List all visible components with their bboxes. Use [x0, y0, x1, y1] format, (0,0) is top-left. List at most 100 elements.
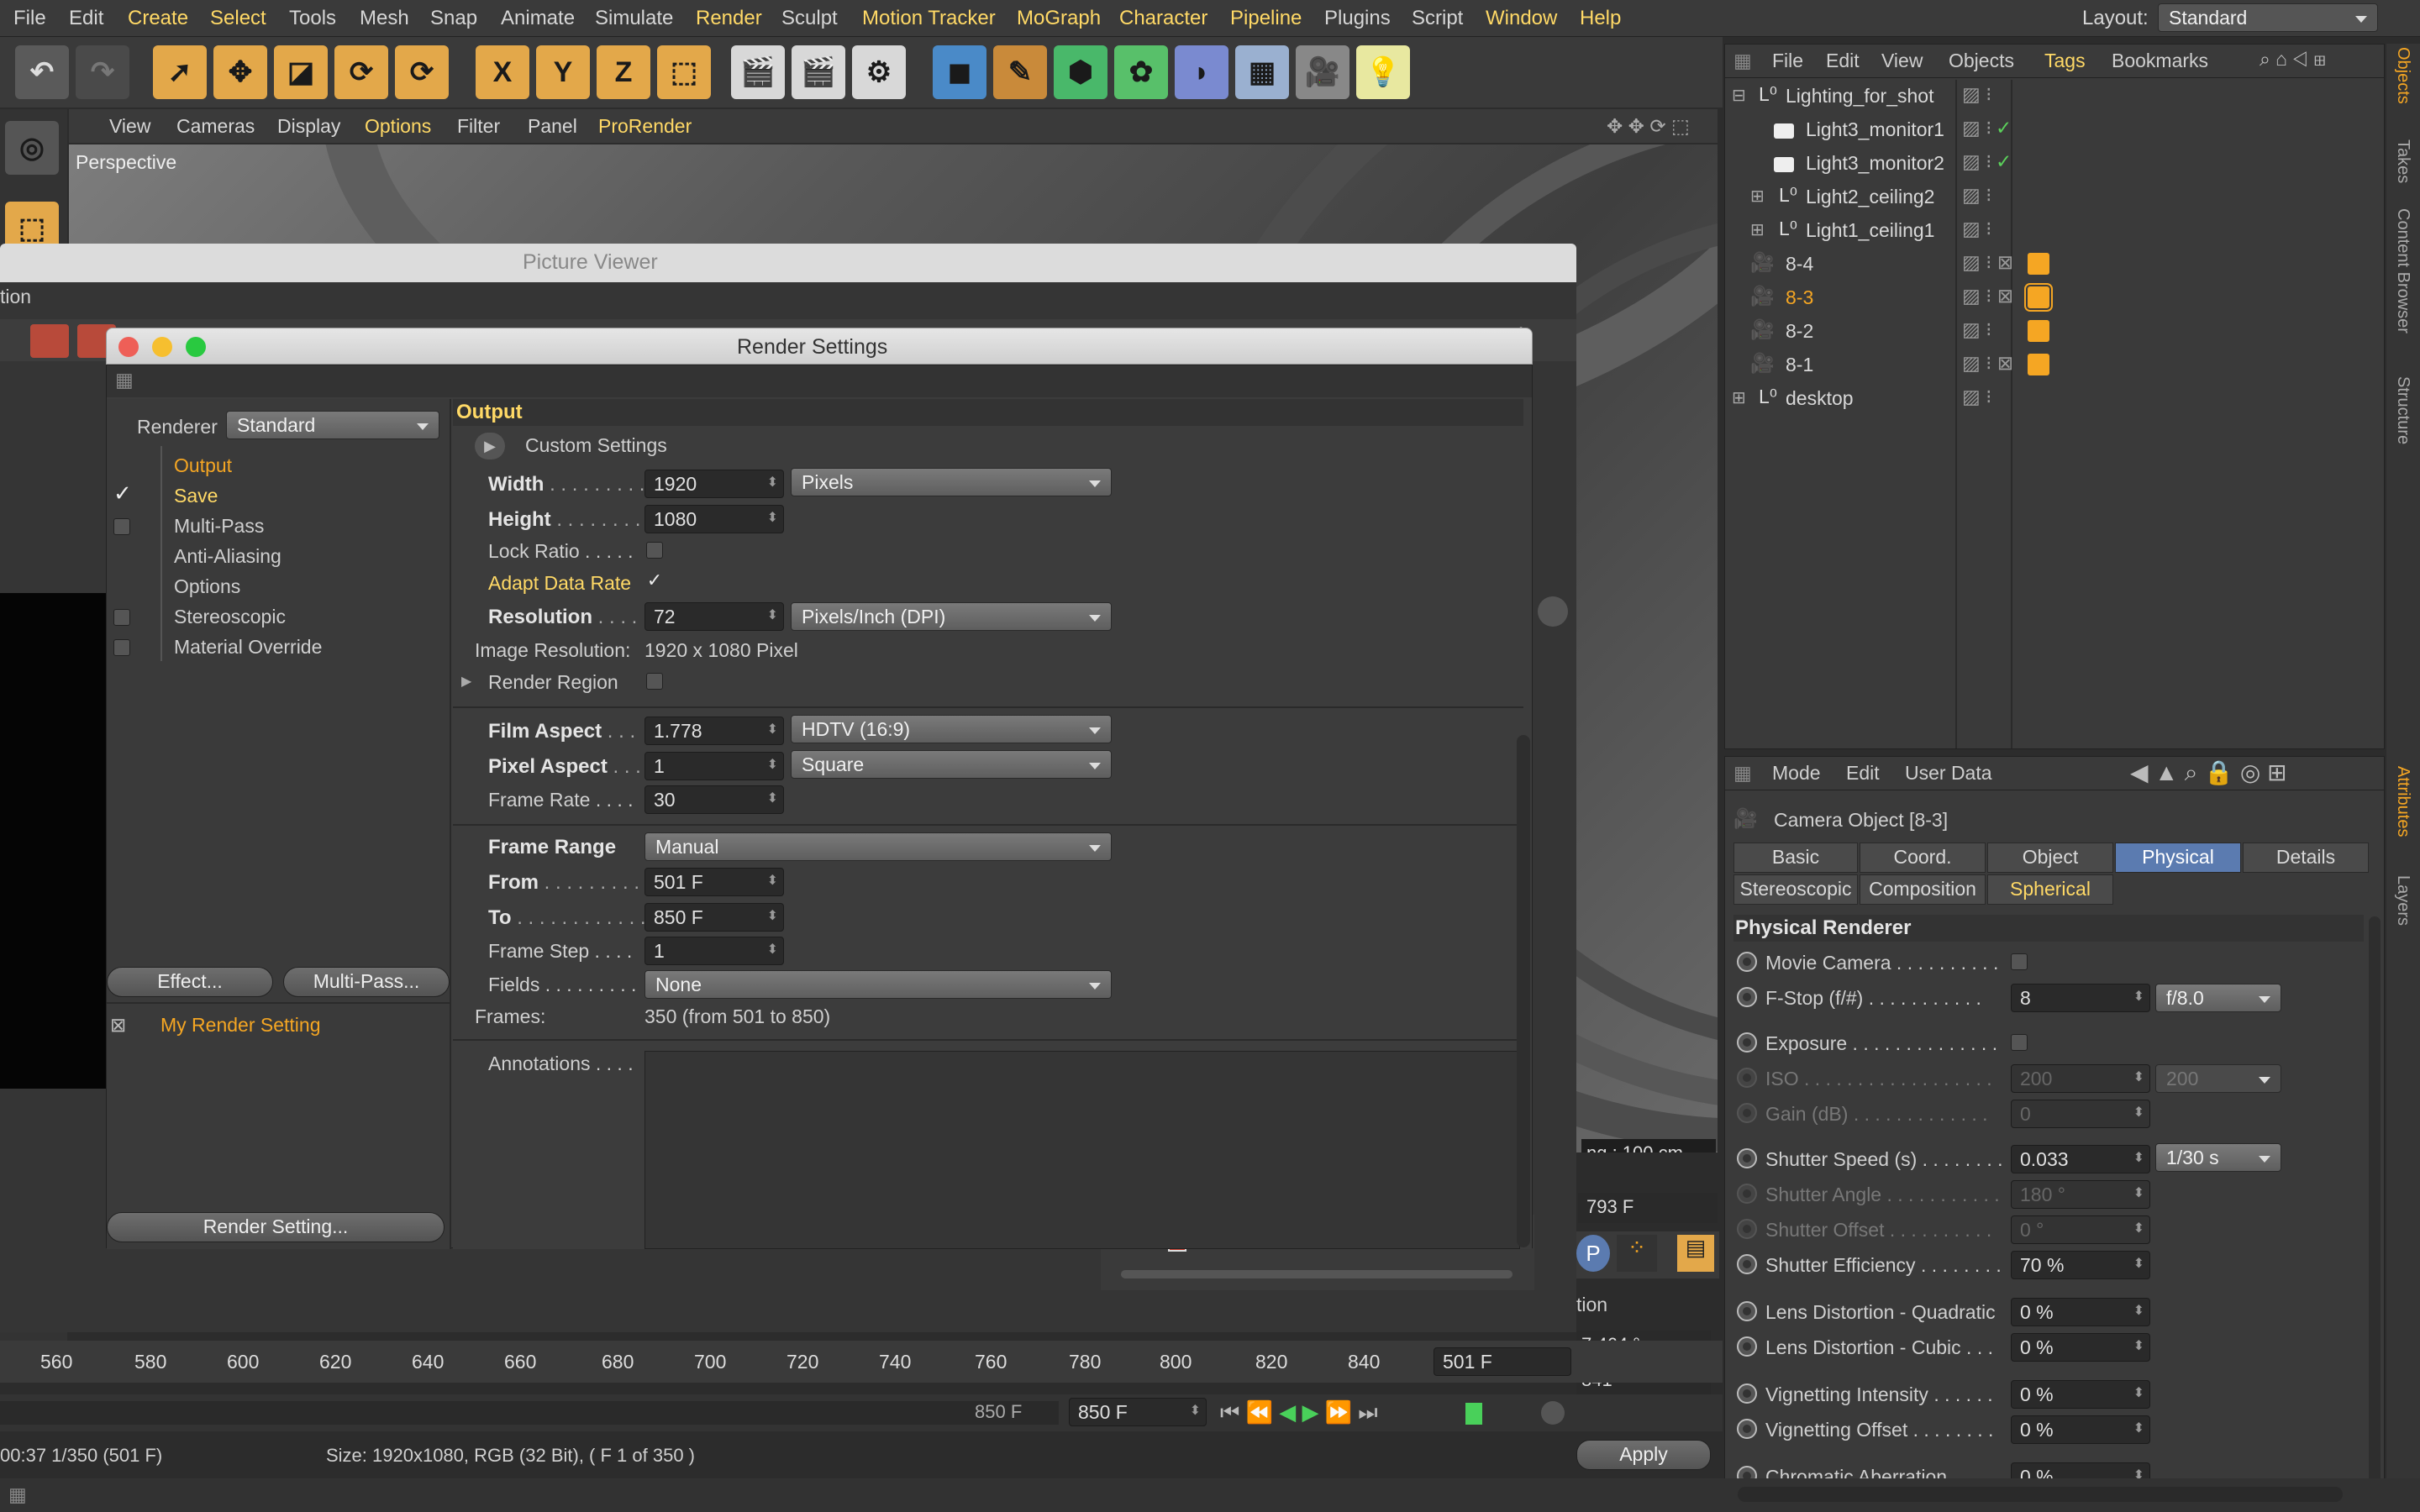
close-icon[interactable] [118, 337, 139, 357]
lens-quadratic-radio[interactable] [1737, 1301, 1757, 1321]
menu-render[interactable]: Render [696, 7, 762, 30]
nav-options[interactable]: Options [174, 575, 240, 598]
shutter-speed-radio[interactable] [1737, 1148, 1757, 1168]
menu-select[interactable]: Select [210, 7, 266, 30]
object-row[interactable]: Light3_monitor2 ▨ ⁝ ✓ [1725, 147, 2384, 181]
tab-details[interactable]: Details [2243, 843, 2369, 873]
nav-multipass-check[interactable] [113, 518, 130, 535]
rotate-icon[interactable]: ⟳ [334, 45, 388, 99]
tab-composition[interactable]: Composition [1860, 874, 1986, 905]
objects-menu-bookmarks[interactable]: Bookmarks [2112, 50, 2208, 72]
vignetting-offset-radio[interactable] [1737, 1419, 1757, 1439]
pv-frame-field[interactable]: 793 F [1578, 1193, 1718, 1223]
shutter-offset-radio[interactable] [1737, 1219, 1757, 1239]
layer-icon[interactable]: ▨ ⁝ [1962, 218, 1991, 240]
object-row[interactable]: 🎥 8-3 ▨ ⁝ ⊠ [1725, 281, 2384, 315]
object-row[interactable]: 🎥 8-2 ▨ ⁝ [1725, 315, 2384, 349]
undo-icon[interactable]: ↶ [15, 45, 69, 99]
width-unit-dropdown[interactable]: Pixels [791, 468, 1112, 496]
tab-spherical[interactable]: Spherical [1987, 874, 2113, 905]
side-tab-layers[interactable]: Layers [2393, 875, 2412, 926]
attributes-menu-user-data[interactable]: User Data [1905, 762, 1992, 785]
pv-p-icon[interactable]: P [1576, 1235, 1610, 1272]
object-row[interactable]: 🎥 8-4 ▨ ⁝ ⊠ [1725, 248, 2384, 281]
fstop-dropdown[interactable]: f/8.0 [2155, 984, 2281, 1012]
light-icon[interactable]: 💡 [1356, 45, 1410, 99]
objects-menu-file[interactable]: File [1772, 50, 1803, 72]
enabled-check-icon[interactable]: ✓ [1996, 117, 2012, 139]
nav-save[interactable]: Save [174, 485, 218, 507]
lens-cubic-input[interactable]: 0 % [2011, 1333, 2150, 1362]
pv-history-scrollbar[interactable] [1121, 1270, 1512, 1278]
frame-range-dropdown[interactable]: Manual [644, 832, 1112, 861]
shutter-efficiency-radio[interactable] [1737, 1254, 1757, 1274]
menu-plugins[interactable]: Plugins [1324, 7, 1391, 30]
live-select-icon[interactable]: ➚ [153, 45, 207, 99]
tab-basic[interactable]: Basic [1733, 843, 1858, 873]
object-row[interactable]: ⊞ L⁰ desktop ▨ ⁝ [1725, 382, 2384, 416]
vignetting-intensity-radio[interactable] [1737, 1383, 1757, 1404]
viewport-menu-cameras[interactable]: Cameras [176, 115, 255, 138]
side-tab-objects[interactable]: Objects [2393, 47, 2412, 104]
side-tab-content-browser[interactable]: Content Browser [2393, 208, 2412, 333]
gain-input[interactable]: 0 [2011, 1100, 2150, 1128]
tab-stereoscopic[interactable]: Stereoscopic [1733, 874, 1858, 905]
object-name[interactable]: Light3_monitor1 [1806, 118, 1944, 141]
shutter-offset-input[interactable]: 0 ° [2011, 1215, 2150, 1244]
sphere-mode-icon[interactable]: ◎ [5, 121, 59, 175]
nav-anti-aliasing[interactable]: Anti-Aliasing [174, 545, 281, 568]
timeline-ruler[interactable]: 560 580 600 620 640 660 680 700 720 740 … [0, 1341, 1723, 1383]
cube-icon[interactable]: ◼ [933, 45, 986, 99]
subdivision-icon[interactable]: ⬢ [1054, 45, 1107, 99]
width-input[interactable]: 1920 [644, 470, 784, 498]
deformer-icon[interactable]: ◗ [1175, 45, 1228, 99]
exposure-radio[interactable] [1737, 1032, 1757, 1053]
nav-stereoscopic[interactable]: Stereoscopic [174, 606, 286, 628]
vignetting-offset-input[interactable]: 0 % [2011, 1415, 2150, 1444]
coordinate-system-icon[interactable]: ⬚ [657, 45, 711, 99]
menu-mograph[interactable]: MoGraph [1017, 7, 1101, 30]
effect-button[interactable]: Effect... [107, 967, 273, 997]
layer-icon[interactable]: ▨ ⁝ ⊠ [1962, 285, 2013, 307]
object-row[interactable]: Light3_monitor1 ▨ ⁝ ✓ [1725, 113, 2384, 147]
resolution-input[interactable]: 72 [644, 602, 784, 631]
x-axis-button[interactable]: X [476, 45, 529, 99]
attributes-menu-mode[interactable]: Mode [1772, 762, 1821, 785]
nav-material-override-check[interactable] [113, 639, 130, 656]
cloner-icon[interactable]: ✿ [1114, 45, 1168, 99]
viewport-menu-prorender[interactable]: ProRender [598, 115, 692, 138]
pv-dots-icon[interactable]: ⁘ [1617, 1235, 1657, 1272]
menu-create[interactable]: Create [128, 7, 188, 30]
objects-menu-view[interactable]: View [1881, 50, 1923, 72]
menu-animate[interactable]: Animate [501, 7, 575, 30]
layout-dropdown[interactable]: Standard [2158, 3, 2378, 32]
iso-radio[interactable] [1737, 1068, 1757, 1088]
object-row[interactable]: ⊟ L⁰ Lighting_for_shot ▨ ⁝ [1725, 80, 2384, 113]
iso-input[interactable]: 200 [2011, 1064, 2150, 1093]
to-input[interactable]: 850 F [644, 903, 784, 932]
menu-file[interactable]: File [13, 7, 46, 30]
from-input[interactable]: 501 F [644, 868, 784, 896]
render-setting-button[interactable]: Render Setting... [107, 1212, 445, 1242]
side-tab-structure[interactable]: Structure [2393, 376, 2412, 444]
adapt-data-rate-checkbox[interactable]: ✓ [646, 571, 663, 591]
attributes-hscrollbar[interactable] [1738, 1487, 2343, 1502]
object-name[interactable]: Light2_ceiling2 [1806, 186, 1934, 208]
nav-output[interactable]: Output [174, 454, 232, 477]
menu-motion-tracker[interactable]: Motion Tracker [862, 7, 996, 30]
z-axis-button[interactable]: Z [597, 45, 650, 99]
end-frame-field[interactable]: 850 F [1069, 1398, 1207, 1426]
movie-camera-checkbox[interactable] [2011, 953, 2028, 970]
render-tag-icon[interactable] [2024, 283, 2053, 312]
menu-pipeline[interactable]: Pipeline [1230, 7, 1302, 30]
object-name[interactable]: Lighting_for_shot [1786, 85, 1933, 108]
menu-help[interactable]: Help [1580, 7, 1621, 30]
frame-step-input[interactable]: 1 [644, 937, 784, 965]
menu-tools[interactable]: Tools [289, 7, 336, 30]
render-settings-icon[interactable]: ⚙ [852, 45, 906, 99]
attributes-scrollbar[interactable] [2369, 916, 2381, 1488]
side-tab-takes[interactable]: Takes [2393, 139, 2412, 183]
tab-physical[interactable]: Physical [2115, 843, 2241, 873]
picture-viewer-titlebar[interactable]: Picture Viewer [0, 244, 1576, 282]
frame-rate-input[interactable]: 30 [644, 785, 784, 814]
